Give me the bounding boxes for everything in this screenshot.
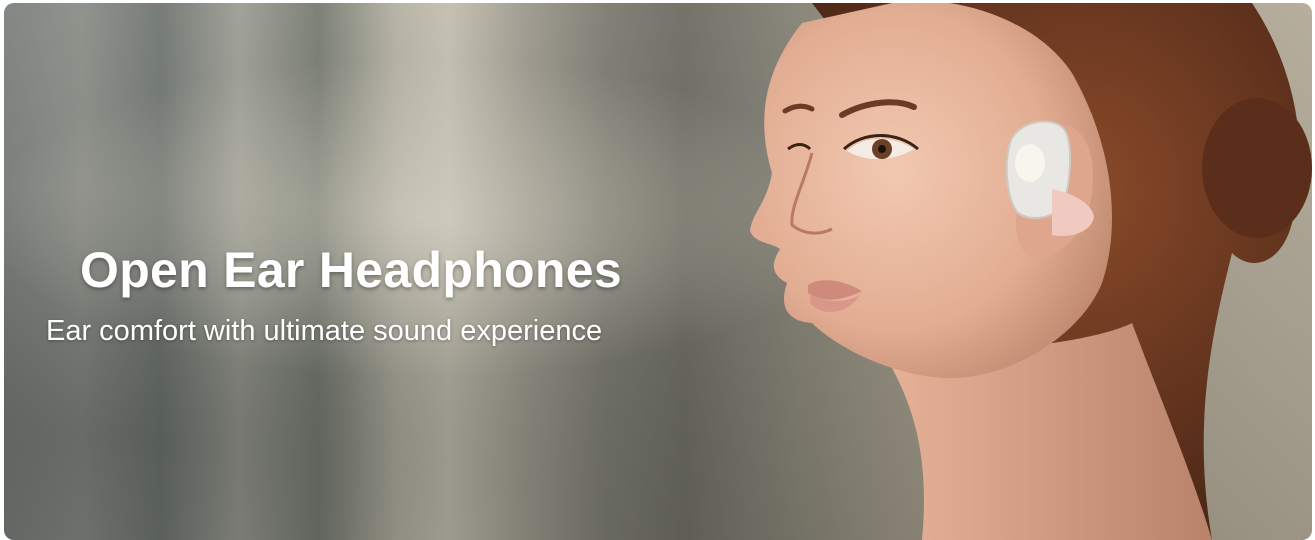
hero-banner[interactable]: Open Ear Headphones Ear comfort with ult…	[4, 3, 1312, 540]
banner-headline: Open Ear Headphones	[80, 242, 622, 298]
model-photo	[692, 3, 1312, 540]
hair-bun	[1202, 98, 1312, 238]
banner-subheadline: Ear comfort with ultimate sound experien…	[46, 315, 603, 347]
